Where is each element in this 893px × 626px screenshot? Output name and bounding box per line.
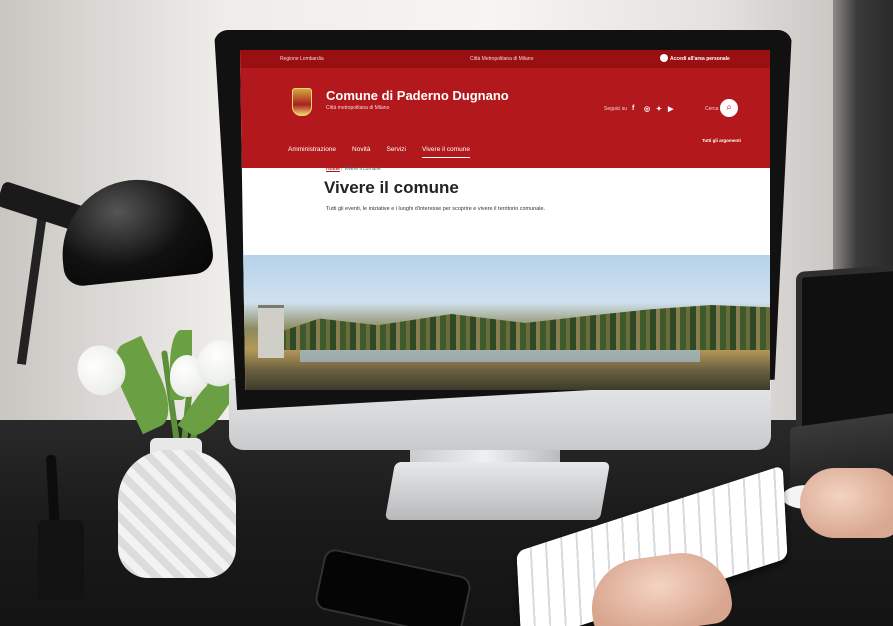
search-label: Cerca bbox=[705, 106, 719, 112]
nav-item-novita[interactable]: Novità bbox=[352, 146, 370, 158]
site-header: Comune di Paderno Dugnano Città metropol… bbox=[240, 68, 770, 168]
main-nav: Amministrazione Novità Servizi Vivere il… bbox=[288, 146, 470, 158]
all-topics-link[interactable]: Tutti gli argomenti bbox=[702, 138, 741, 143]
breadcrumb-separator: / bbox=[341, 166, 343, 172]
login-link[interactable]: Accedi all'area personale bbox=[670, 56, 730, 62]
breadcrumb-home[interactable]: Home bbox=[326, 166, 340, 172]
nav-item-amministrazione[interactable]: Amministrazione bbox=[288, 146, 336, 158]
white-vase bbox=[118, 450, 236, 578]
photo-scene: Regione Lombardia Città Metropolitana di… bbox=[0, 0, 893, 626]
follow-label: Seguici su bbox=[604, 106, 628, 112]
user-icon[interactable] bbox=[660, 54, 668, 62]
youtube-icon[interactable]: ▶ bbox=[668, 105, 673, 113]
pen-holder bbox=[38, 520, 84, 600]
page-description: Tutti gli eventi, le iniziative e i luog… bbox=[326, 206, 546, 212]
site-subtitle: Città metropolitana di Milano bbox=[326, 105, 390, 111]
search-button[interactable]: ⌕ bbox=[720, 99, 738, 117]
metro-city-link[interactable]: Città Metropolitana di Milano bbox=[470, 56, 533, 62]
hero-water bbox=[300, 350, 700, 362]
facebook-icon[interactable]: f bbox=[632, 105, 634, 112]
site-title[interactable]: Comune di Paderno Dugnano bbox=[326, 88, 509, 103]
nav-item-servizi[interactable]: Servizi bbox=[386, 146, 406, 158]
coat-of-arms-icon[interactable] bbox=[292, 88, 312, 116]
window-frame bbox=[833, 0, 893, 300]
region-link[interactable]: Regione Lombardia bbox=[280, 56, 324, 62]
breadcrumb-current: Vivere il comune bbox=[344, 166, 381, 172]
twitter-icon[interactable]: ✦ bbox=[656, 105, 662, 113]
breadcrumb: Home / Vivere il comune bbox=[326, 166, 381, 172]
monitor-screen: Regione Lombardia Città Metropolitana di… bbox=[240, 50, 770, 390]
instagram-icon[interactable]: ◎ bbox=[644, 105, 650, 113]
hero-building bbox=[258, 305, 284, 358]
right-hand bbox=[800, 468, 893, 538]
page-title: Vivere il comune bbox=[324, 178, 459, 197]
nav-item-vivere-il-comune[interactable]: Vivere il comune bbox=[422, 146, 470, 158]
monitor-stand-base bbox=[384, 462, 611, 520]
site-topbar: Regione Lombardia Città Metropolitana di… bbox=[240, 50, 770, 68]
